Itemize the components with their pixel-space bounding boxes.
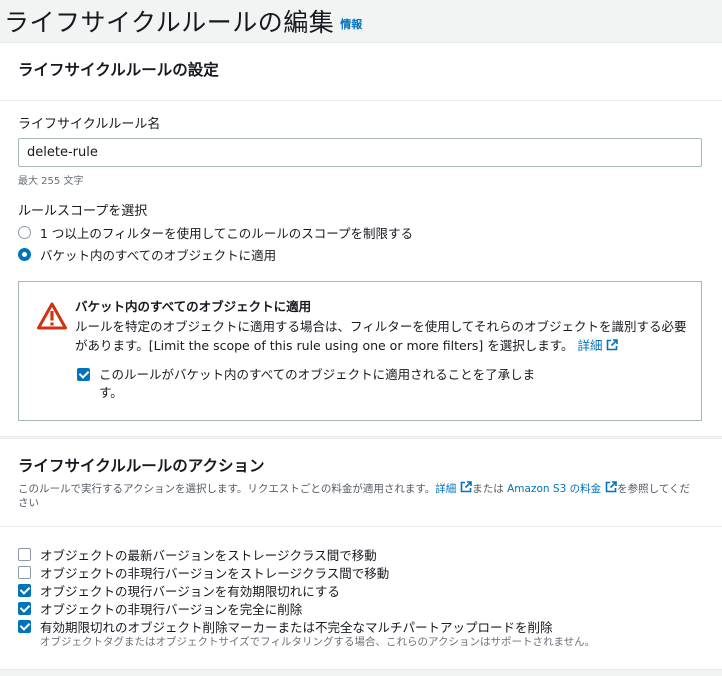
- action-item[interactable]: オブジェクトの非現行バージョンをストレージクラス間で移動: [18, 563, 595, 581]
- action-list: オブジェクトの最新バージョンをストレージクラス間で移動 オブジェクトの非現行バー…: [18, 545, 595, 649]
- action-item[interactable]: オブジェクトの最新バージョンをストレージクラス間で移動: [18, 545, 595, 563]
- external-link-icon: [607, 339, 619, 351]
- scope-option-label: バケット内のすべてのオブジェクトに適用: [40, 248, 277, 263]
- action-label: オブジェクトの非現行バージョンを完全に削除: [40, 601, 303, 617]
- desc-details-link-label: 詳細: [435, 483, 457, 495]
- page-title: ライフサイクルルールの編集: [4, 8, 335, 37]
- action-label: オブジェクトの非現行バージョンをストレージクラス間で移動: [40, 565, 390, 581]
- rule-settings-title: ライフサイクルルールの設定: [18, 61, 219, 79]
- info-link[interactable]: 情報: [340, 16, 362, 32]
- lifecycle-actions-description: このルールで実行するアクションを選択します。リクエストごとの料金が適用されます。…: [18, 481, 698, 510]
- lifecycle-actions-panel: ライフサイクルルールのアクション このルールで実行するアクションを選択します。リ…: [0, 438, 722, 670]
- action-checkbox[interactable]: [18, 547, 31, 561]
- desc-details-link[interactable]: 詳細: [435, 481, 473, 495]
- scope-filter-radio[interactable]: [18, 226, 31, 239]
- rule-name-hint: 最大 255 文字: [18, 176, 84, 187]
- desc-text: このルールで実行するアクションを選択します。リクエストごとの料金が適用されます。: [18, 483, 436, 495]
- action-item[interactable]: 有効期限切れのオブジェクト削除マーカーまたは不完全なマルチパートアップロードを削…: [18, 617, 595, 635]
- rule-settings-panel: ライフサイクルルールの設定 ライフサイクルルール名 最大 255 文字 ルールス…: [0, 42, 722, 437]
- action-checkbox[interactable]: [18, 601, 31, 615]
- action-checkbox[interactable]: [18, 619, 31, 633]
- lifecycle-actions-title: ライフサイクルルールのアクション: [18, 457, 265, 475]
- alert-details-link[interactable]: 詳細: [577, 338, 619, 353]
- action-checkbox[interactable]: [18, 565, 31, 579]
- alert-details-link-label: 詳細: [577, 338, 603, 353]
- acknowledge-row[interactable]: このルールがバケット内のすべてのオブジェクトに適用されることを了承します。: [77, 366, 547, 402]
- acknowledge-checkbox[interactable]: [77, 368, 90, 381]
- desc-pricing-link[interactable]: Amazon S3 の料金: [507, 481, 617, 495]
- action-label: オブジェクトの現行バージョンを有効期限切れにする: [40, 583, 340, 599]
- warning-icon: [37, 302, 67, 330]
- scope-option-label: 1 つ以上のフィルターを使用してこのルールのスコープを制限する: [40, 226, 414, 241]
- action-label: 有効期限切れのオブジェクト削除マーカーまたは不完全なマルチパートアップロードを削…: [40, 619, 553, 635]
- alert-title: バケット内のすべてのオブジェクトに適用: [75, 299, 312, 314]
- action-label: オブジェクトの最新バージョンをストレージクラス間で移動: [40, 547, 377, 563]
- scope-option-filter[interactable]: 1 つ以上のフィルターを使用してこのルールのスコープを制限する: [18, 223, 413, 242]
- desc-pricing-link-label: Amazon S3 の料金: [507, 483, 602, 495]
- action-item[interactable]: オブジェクトの非現行バージョンを完全に削除: [18, 599, 595, 617]
- action-note: オブジェクトタグまたはオブジェクトサイズでフィルタリングする場合、これらのアクシ…: [40, 636, 596, 648]
- desc-text: または: [472, 483, 504, 495]
- scope-all-radio[interactable]: [18, 248, 31, 261]
- scope-label: ルールスコープを選択: [18, 204, 148, 219]
- page-header: ライフサイクルルールの編集 情報: [4, 2, 362, 38]
- alert-body: ルールを特定のオブジェクトに適用する場合は、フィルターを使用してそれらのオブジェ…: [75, 317, 695, 355]
- external-link-icon: [605, 481, 617, 493]
- action-checkbox[interactable]: [18, 583, 31, 597]
- action-item[interactable]: オブジェクトの現行バージョンを有効期限切れにする: [18, 581, 595, 599]
- external-link-icon: [460, 481, 473, 493]
- rule-settings-header: ライフサイクルルールの設定: [0, 43, 722, 101]
- rule-name-input[interactable]: [18, 138, 702, 167]
- warning-alert: バケット内のすべてのオブジェクトに適用 ルールを特定のオブジェクトに適用する場合…: [18, 281, 702, 421]
- acknowledge-label: このルールがバケット内のすべてのオブジェクトに適用されることを了承します。: [99, 367, 536, 400]
- scope-option-all[interactable]: バケット内のすべてのオブジェクトに適用: [18, 245, 276, 264]
- rule-name-label: ライフサイクルルール名: [18, 117, 161, 132]
- lifecycle-actions-header: ライフサイクルルールのアクション このルールで実行するアクションを選択します。リ…: [0, 439, 722, 527]
